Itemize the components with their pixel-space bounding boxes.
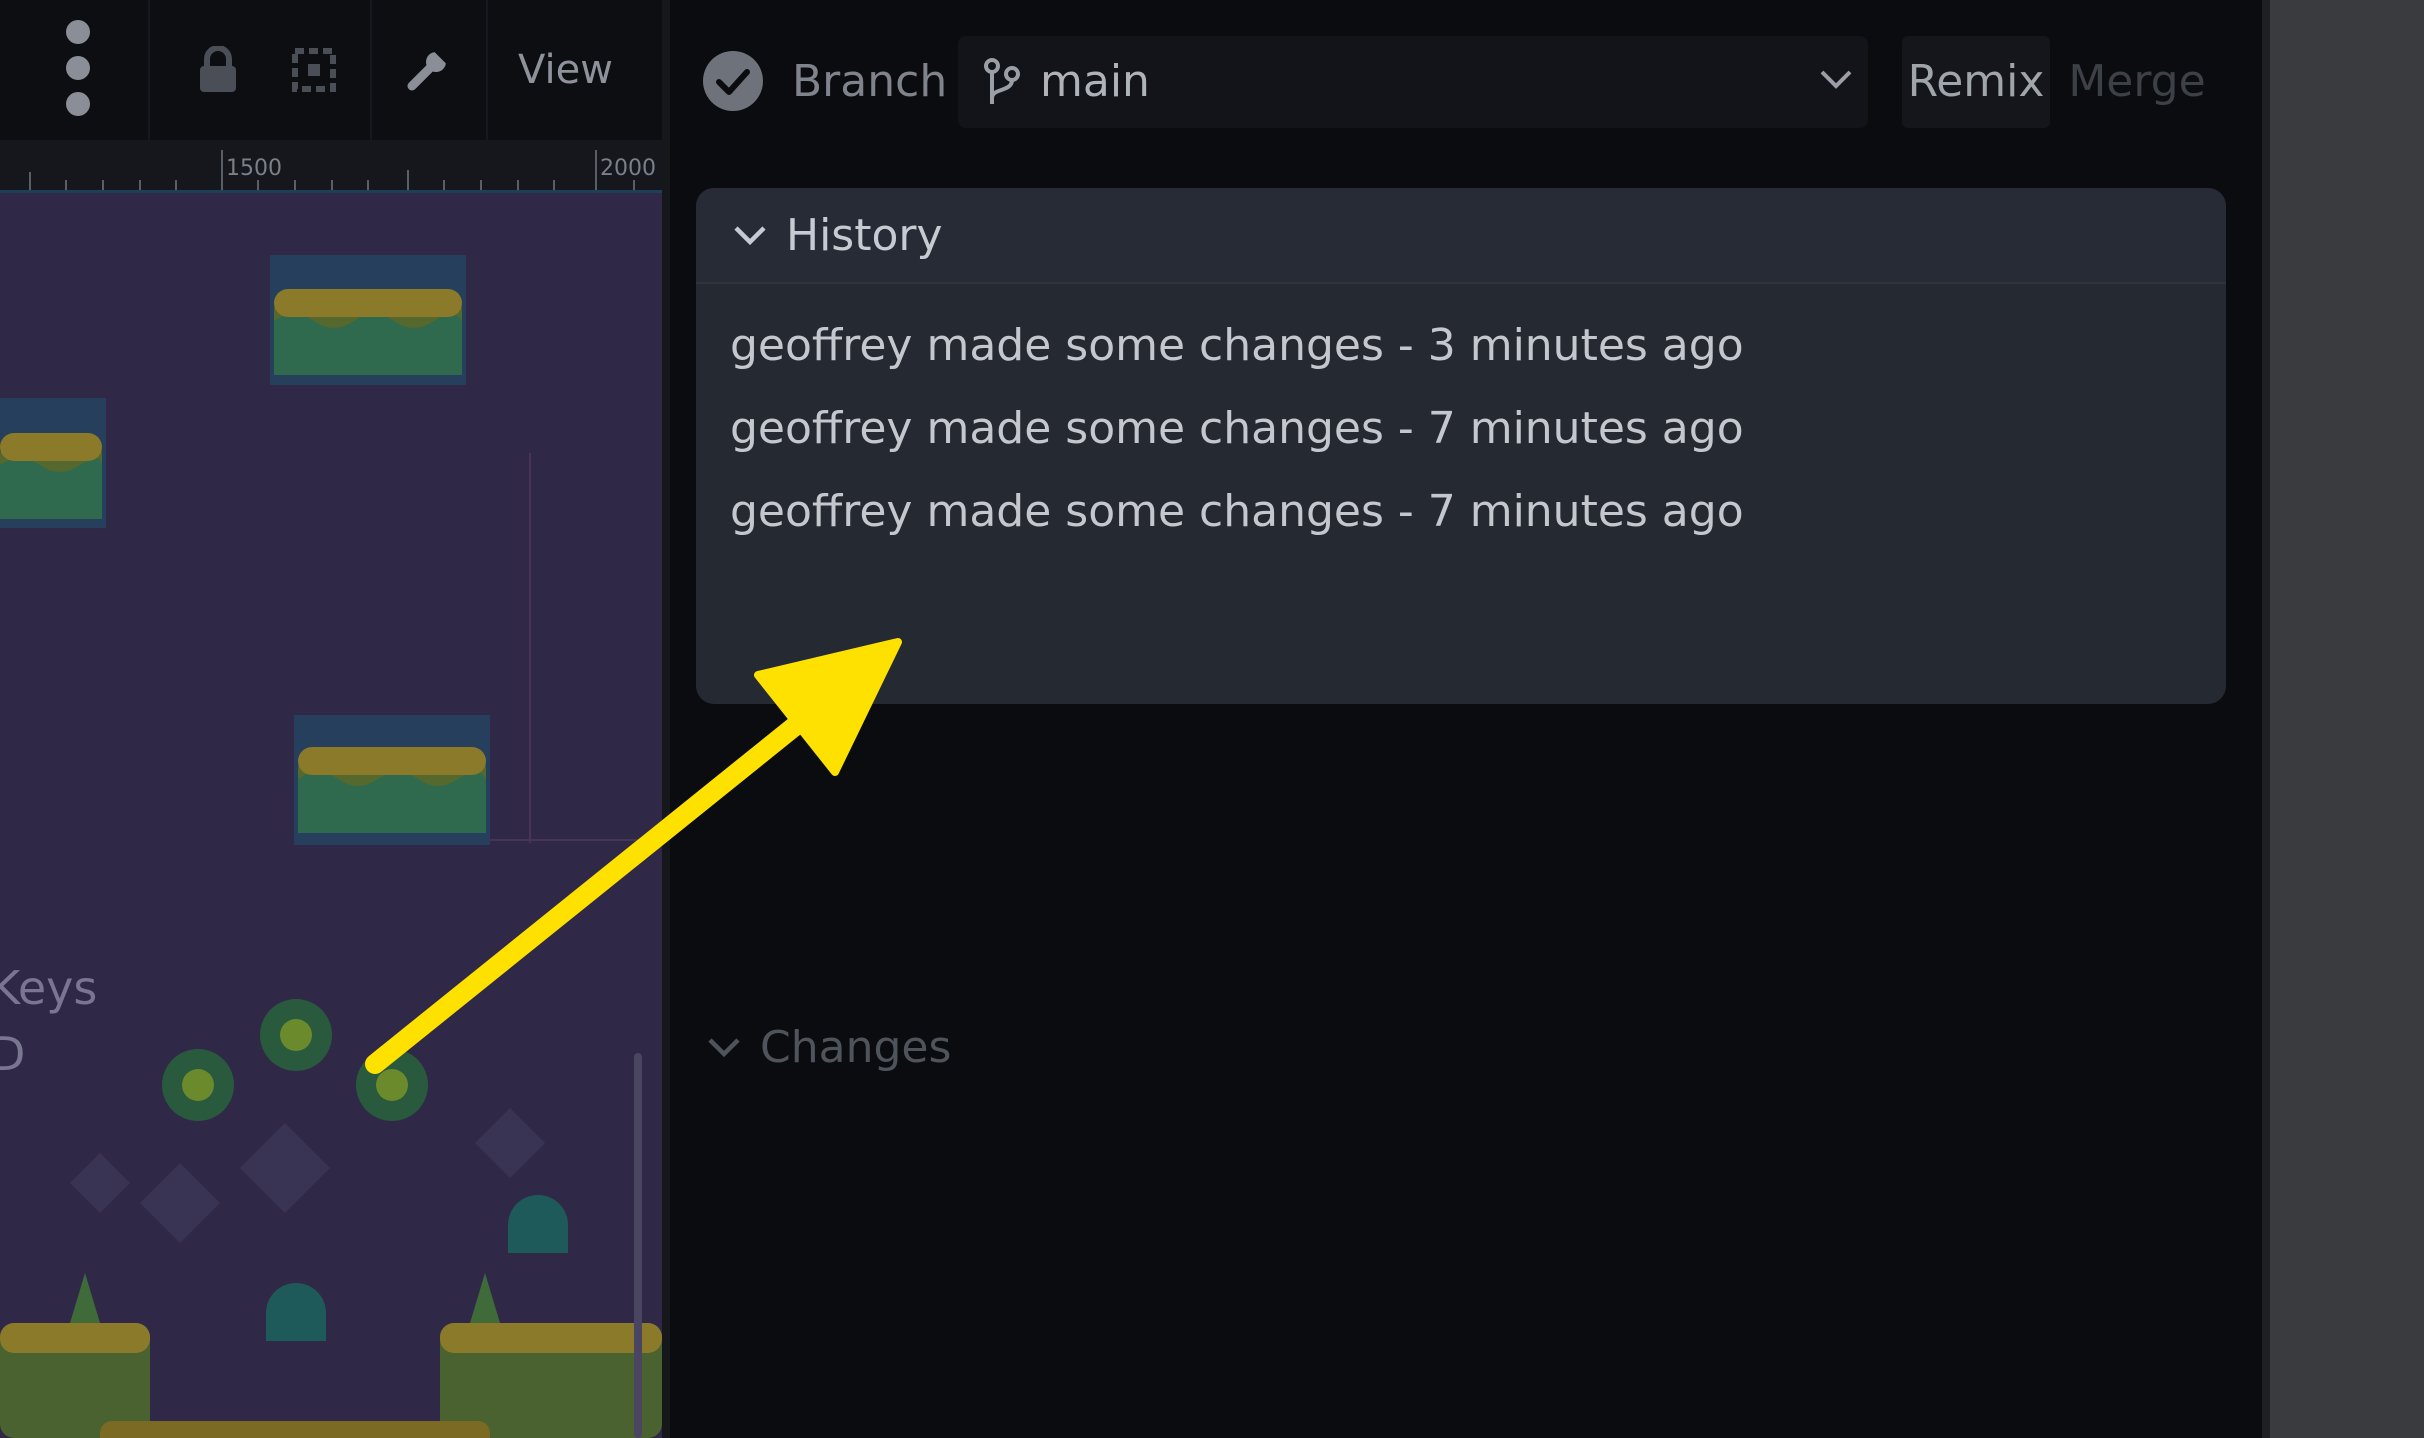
- level-scene: [0, 255, 662, 1438]
- git-branch-icon: [982, 58, 1022, 110]
- branch-toolbar: Branch main Remix Merge: [670, 0, 2270, 160]
- branch-value: main: [1040, 56, 1150, 107]
- view-menu[interactable]: View: [518, 40, 613, 100]
- more-vertical-icon[interactable]: [58, 20, 98, 116]
- lock-icon[interactable]: [192, 38, 244, 102]
- chevron-down-icon: [1818, 68, 1854, 96]
- ruler-label-1500: 1500: [226, 156, 282, 181]
- canvas-label-line2: D: [0, 1027, 26, 1081]
- level-editor: View 1500 2000 Keys D: [0, 0, 662, 1438]
- merge-button[interactable]: Merge: [2062, 36, 2212, 128]
- door-sprite[interactable]: [508, 1195, 568, 1253]
- remix-button[interactable]: Remix: [1902, 36, 2050, 128]
- history-header[interactable]: History: [696, 188, 2226, 284]
- wrench-icon[interactable]: [400, 38, 456, 102]
- panel-divider[interactable]: [662, 0, 670, 1438]
- history-entry[interactable]: geoffrey made some changes - 7 minutes a…: [730, 399, 1744, 459]
- game-canvas[interactable]: Keys D: [0, 193, 662, 1438]
- ruler-ticks: [29, 150, 635, 190]
- history-entry[interactable]: geoffrey made some changes - 7 minutes a…: [730, 482, 1744, 542]
- collectible-flower[interactable]: [356, 1049, 428, 1121]
- branch-label: Branch: [792, 56, 948, 107]
- collectible-flower[interactable]: [162, 1049, 234, 1121]
- canvas-scrollbar[interactable]: [634, 1053, 642, 1438]
- editor-toolbar: View: [0, 0, 662, 140]
- canvas-label: Keys D: [0, 955, 97, 1087]
- platform-tile[interactable]: [0, 398, 106, 528]
- branch-select[interactable]: main: [958, 36, 1868, 128]
- chevron-down-icon: [706, 1036, 742, 1064]
- select-icon[interactable]: [288, 38, 340, 102]
- version-control-panel: Branch main Remix Merge History geoffrey…: [670, 0, 2270, 1438]
- history-entry[interactable]: geoffrey made some changes - 3 minutes a…: [730, 316, 1744, 376]
- horizontal-ruler: 1500 2000: [0, 140, 662, 193]
- ruler-label-2000: 2000: [600, 156, 656, 181]
- chevron-down-icon: [732, 224, 768, 252]
- changes-title: Changes: [760, 1022, 952, 1073]
- collectible-flower[interactable]: [260, 999, 332, 1071]
- canvas-label-line1: Keys: [0, 961, 98, 1015]
- ground-tiles: [0, 1273, 662, 1438]
- background-window: [2270, 0, 2424, 1438]
- history-panel: History geoffrey made some changes - 3 m…: [696, 188, 2226, 704]
- platform-tile[interactable]: [270, 255, 466, 385]
- platform-tile[interactable]: [294, 715, 490, 845]
- door-sprite[interactable]: [266, 1283, 326, 1341]
- history-title: History: [786, 210, 943, 261]
- check-circle-icon: [702, 50, 764, 112]
